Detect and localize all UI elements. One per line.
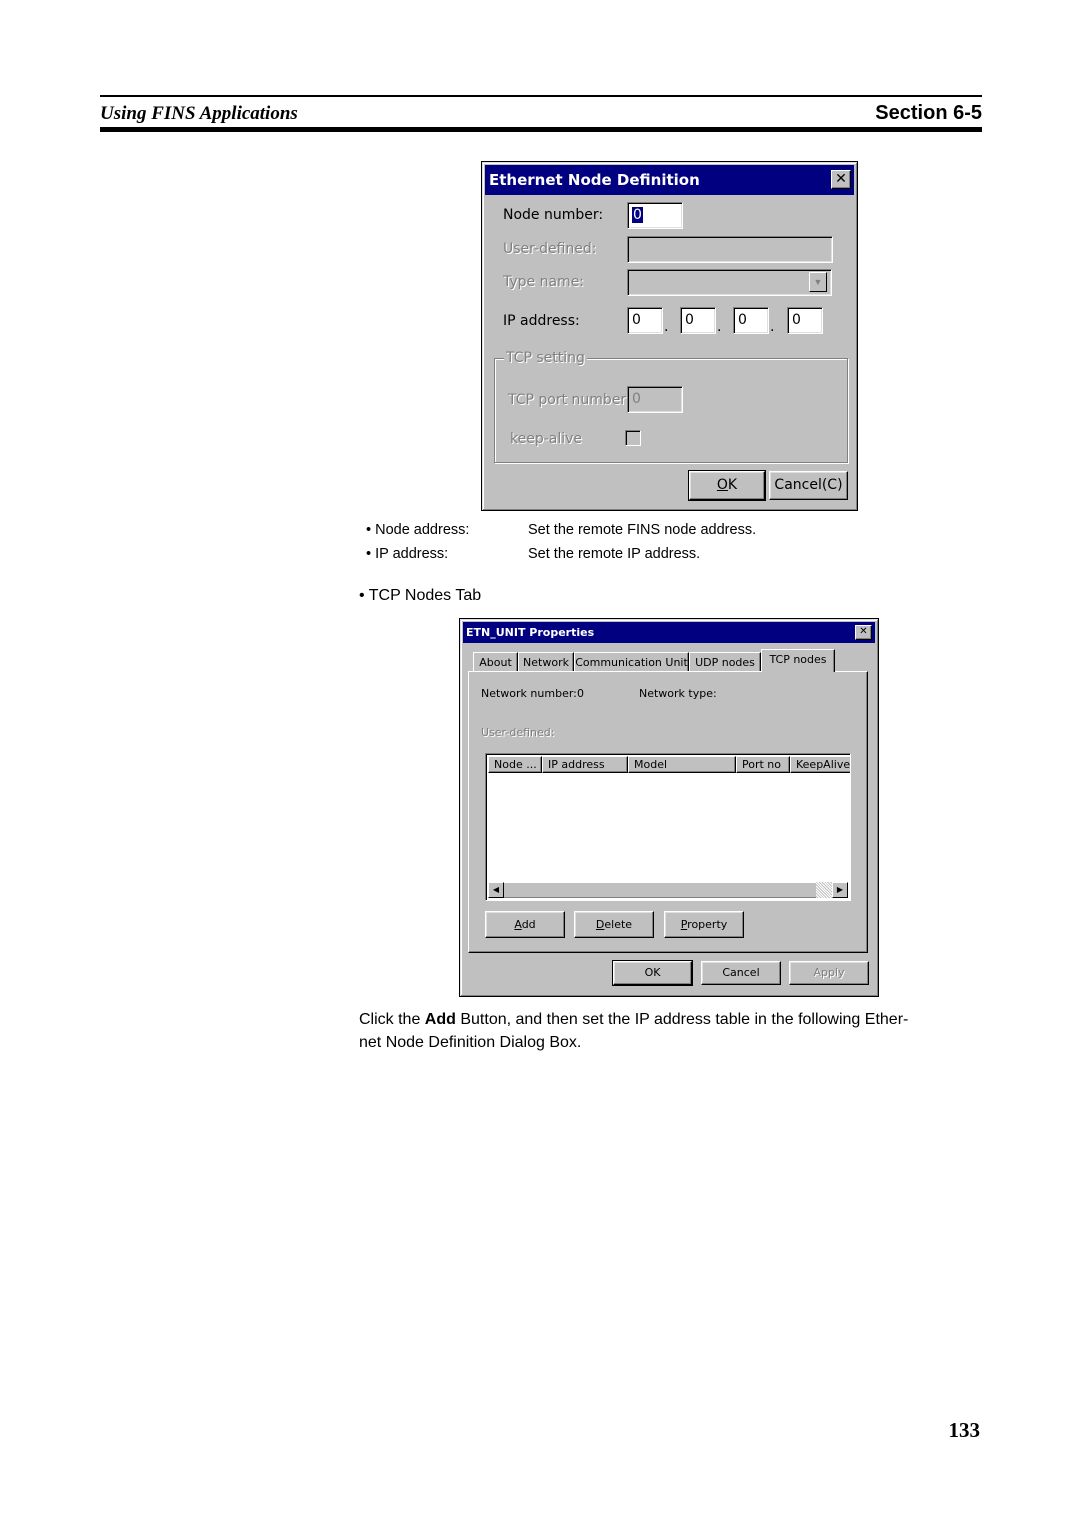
user-defined-input[interactable] [627, 236, 833, 263]
column-header-keepalive[interactable]: KeepAlive [790, 756, 850, 773]
tab-network[interactable]: Network [518, 652, 574, 671]
ethernet-node-definition-dialog: Ethernet Node Definition ✕ Node number: … [481, 161, 858, 511]
close-icon[interactable]: ✕ [831, 170, 851, 189]
tcp-port-label: TCP port number [508, 392, 627, 408]
node-number-label: Node number: [503, 207, 604, 223]
network-type-label: Network type: [639, 687, 717, 700]
caption-term-ip-address: • IP address: [366, 546, 449, 562]
tab-communication-unit[interactable]: Communication Unit [574, 652, 689, 671]
ip-octet-4-input[interactable]: 0 [787, 307, 823, 334]
section-title: Using FINS Applications [100, 103, 298, 124]
scrollbar-thumb[interactable] [816, 882, 832, 898]
instruction-line-1: Click the Add Button, and then set the I… [359, 1011, 909, 1028]
cancel-button[interactable]: Cancel(C) [769, 471, 848, 500]
ip-octet-1-input[interactable]: 0 [627, 307, 663, 334]
close-icon[interactable]: ✕ [855, 625, 872, 640]
section-number: Section 6-5 [875, 102, 982, 124]
column-header-port-no[interactable]: Port no [736, 756, 790, 773]
network-number-label: Network number: [481, 687, 577, 700]
keep-alive-checkbox[interactable] [625, 430, 641, 446]
tab-about[interactable]: About [473, 652, 518, 671]
dialog-title: ETN_UNIT Properties [466, 626, 595, 639]
horizontal-scrollbar[interactable]: ◀ ▶ [488, 882, 848, 898]
user-defined-label: User-defined: [481, 726, 555, 739]
ip-separator: . [770, 319, 775, 335]
ip-address-label: IP address: [503, 313, 580, 329]
page-number: 133 [948, 1418, 981, 1442]
instruction-line-2: net Node Definition Dialog Box. [359, 1034, 582, 1051]
ip-separator: . [717, 319, 722, 335]
type-name-select[interactable] [627, 269, 832, 296]
delete-button[interactable]: Delete [574, 911, 654, 938]
dialog-titlebar: ETN_UNIT Properties ✕ [463, 622, 875, 643]
property-button[interactable]: Property [664, 911, 744, 938]
column-header-ip-address[interactable]: IP address [542, 756, 628, 773]
tcp-setting-group-title: TCP setting [504, 350, 587, 366]
header-rule-bottom [100, 127, 982, 132]
ok-button[interactable]: OK [612, 960, 693, 986]
dialog-title: Ethernet Node Definition [489, 171, 700, 189]
caption-desc-ip-address: Set the remote IP address. [528, 546, 701, 562]
column-header-model[interactable]: Model [628, 756, 736, 773]
add-button[interactable]: Add [485, 911, 565, 938]
header-rule-top [100, 95, 982, 97]
list-header: Node ... IP address Model Port no KeepAl… [488, 756, 850, 773]
ok-button[interactable]: OK [688, 470, 766, 501]
caption-term-node-address: • Node address: [366, 522, 470, 538]
cancel-button[interactable]: Cancel [701, 961, 781, 985]
caption-desc-node-address: Set the remote FINS node address. [528, 522, 757, 538]
tcp-port-input[interactable]: 0 [627, 386, 683, 413]
tcp-nodes-list[interactable]: Node ... IP address Model Port no KeepAl… [485, 753, 851, 901]
ip-separator: . [664, 319, 669, 335]
add-emphasis: Add [424, 1011, 456, 1028]
ip-octet-2-input[interactable]: 0 [680, 307, 716, 334]
chevron-down-icon[interactable]: ▼ [809, 272, 827, 292]
user-defined-label: User-defined: [503, 241, 597, 257]
type-name-label: Type name: [503, 274, 585, 290]
tab-udp-nodes[interactable]: UDP nodes [689, 652, 761, 671]
network-number-value: 0 [577, 687, 584, 700]
node-number-input[interactable]: 0 [627, 202, 683, 229]
scroll-right-icon[interactable]: ▶ [832, 882, 848, 898]
column-header-node[interactable]: Node ... [488, 756, 542, 773]
ip-octet-3-input[interactable]: 0 [733, 307, 769, 334]
dialog-titlebar: Ethernet Node Definition ✕ [485, 165, 854, 195]
scroll-left-icon[interactable]: ◀ [488, 882, 504, 898]
ok-label-rest: K [727, 477, 738, 493]
apply-button[interactable]: Apply [789, 961, 869, 985]
etn-unit-properties-dialog: ETN_UNIT Properties ✕ About Network Comm… [459, 618, 879, 997]
subheading-tcp-nodes-tab: • TCP Nodes Tab [359, 587, 482, 604]
scrollbar-track[interactable] [504, 882, 832, 898]
keep-alive-label: keep-alive [510, 431, 583, 447]
ok-mnemonic: O [716, 477, 728, 493]
tab-tcp-nodes[interactable]: TCP nodes [761, 649, 835, 672]
